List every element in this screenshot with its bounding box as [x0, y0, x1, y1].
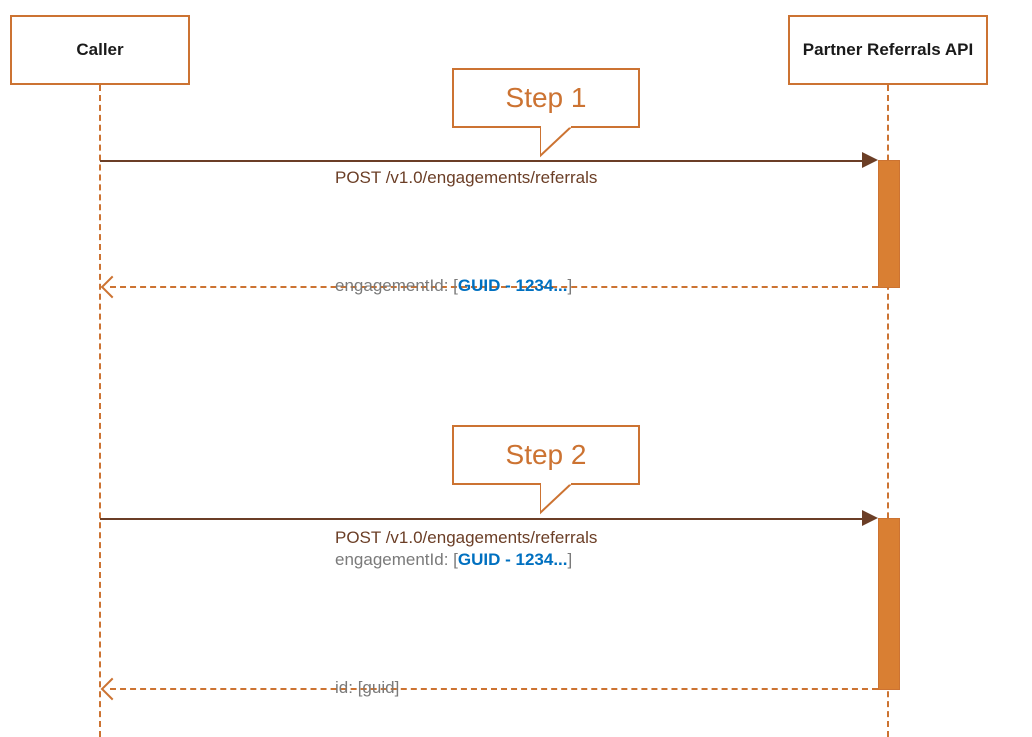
msg-step1-response-key: engagementId: — [335, 276, 453, 295]
participant-caller: Caller — [10, 15, 190, 85]
participant-api-label: Partner Referrals API — [803, 40, 973, 60]
msg-step2-request-line — [100, 518, 862, 520]
callout-step1: Step 1 — [452, 68, 640, 128]
msg-step2-request-arrow — [862, 510, 878, 526]
msg-step1-response-arrow — [101, 276, 124, 299]
callout-step1-tail — [540, 126, 580, 158]
msg-step2-response-val: guid — [362, 678, 394, 697]
msg-step1-request-text: POST /v1.0/engagements/referrals — [335, 168, 597, 187]
msg-step1-request-line — [100, 160, 862, 162]
bracket-close-3: ] — [395, 678, 400, 697]
msg-step2-response-label: id: [guid] — [335, 678, 399, 698]
callout-step2-tail — [540, 483, 580, 515]
sequence-diagram: Caller Partner Referrals API Step 1 POST… — [0, 0, 1032, 737]
msg-step1-response-label: engagementId: [GUID - 1234...] — [335, 276, 572, 296]
msg-step2-request-key: engagementId: — [335, 550, 453, 569]
msg-step1-response-guid: GUID - 1234... — [458, 276, 568, 295]
msg-step2-response-line — [110, 688, 878, 690]
callout-step2: Step 2 — [452, 425, 640, 485]
lifeline-caller — [99, 85, 101, 737]
msg-step1-request-label: POST /v1.0/engagements/referrals — [335, 168, 597, 188]
callout-step2-label: Step 2 — [506, 439, 587, 471]
participant-api: Partner Referrals API — [788, 15, 988, 85]
participant-caller-label: Caller — [76, 40, 123, 60]
msg-step2-request-guid: GUID - 1234... — [458, 550, 568, 569]
msg-step2-response-key: id: — [335, 678, 358, 697]
msg-step1-request-arrow — [862, 152, 878, 168]
callout-step1-label: Step 1 — [506, 82, 587, 114]
msg-step2-request-label2: engagementId: [GUID - 1234...] — [335, 550, 572, 570]
msg-step2-response-arrow — [101, 678, 124, 701]
msg-step2-request-label1: POST /v1.0/engagements/referrals — [335, 528, 597, 548]
bracket-close-1: ] — [568, 276, 573, 295]
msg-step2-request-text1: POST /v1.0/engagements/referrals — [335, 528, 597, 547]
activation-step1 — [878, 160, 900, 288]
activation-step2 — [878, 518, 900, 690]
bracket-close-2: ] — [568, 550, 573, 569]
